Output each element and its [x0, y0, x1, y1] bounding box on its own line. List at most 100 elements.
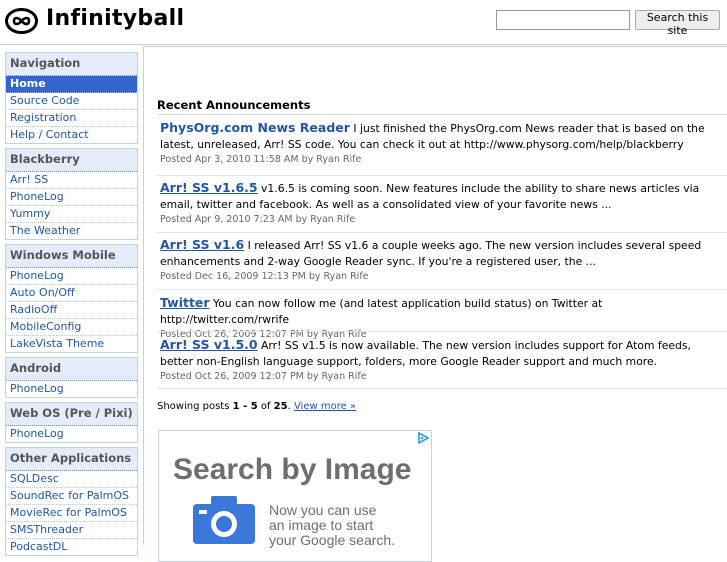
ad-choices-icon[interactable]	[417, 432, 429, 444]
announcement-title-link[interactable]: Arr! SS v1.5.0	[160, 337, 258, 352]
sidebar-item-link[interactable]: MovieRec for PalmOS	[10, 506, 127, 519]
main-content: Recent Announcements PhysOrg.com News Re…	[143, 46, 727, 562]
sidebar-item-link[interactable]: Home	[10, 77, 46, 90]
announcement-divider	[157, 175, 727, 176]
search-by-image-ad[interactable]: Search by Image Now you can use an image…	[158, 430, 432, 562]
posts-prefix: Showing posts	[157, 401, 233, 412]
announcement-meta: Posted Dec 16, 2009 12:13 PM by Ryan Rif…	[160, 271, 369, 282]
view-more-link[interactable]: View more »	[294, 401, 356, 412]
sidebar-item[interactable]: Arr! SS	[6, 172, 137, 189]
sidebar-item[interactable]: RadioOff	[6, 302, 137, 319]
sidebar-item-link[interactable]: Help / Contact	[10, 128, 89, 141]
ad-line-1: Now you can use	[269, 502, 377, 518]
announcement-divider	[157, 388, 727, 389]
sidebar-item[interactable]: PhoneLog	[6, 189, 137, 206]
sidebar-item[interactable]: LakeVista Theme	[6, 336, 137, 352]
sidebar-item-link[interactable]: SMSThreader	[10, 523, 83, 536]
site-header: Infinityball Search this site	[0, 0, 727, 42]
nav-section-title: Windows Mobile	[6, 245, 137, 268]
nav-section: Windows Mobile PhoneLog Auto On/Off RadioOf…	[5, 244, 138, 353]
announcement-text: Arr! SS v1.5.0 Arr! SS v1.5 is now avail…	[160, 337, 708, 370]
ad-copy: Now you can use an image to start your G…	[269, 503, 395, 548]
nav-section: Other Applications SQLDesc SoundRec for Pa…	[5, 447, 138, 556]
nav-section-title: Blackberry	[6, 149, 137, 172]
announcement-text: Twitter You can now follow me (and lates…	[160, 295, 708, 328]
sidebar-item[interactable]: SQLDesc	[6, 471, 137, 488]
section-title: Recent Announcements	[157, 98, 311, 112]
announcement-text: Arr! SS v1.6 I released Arr! SS v1.6 a c…	[160, 237, 708, 270]
announcement-item: Twitter You can now follow me (and lates…	[160, 295, 708, 342]
sidebar-item[interactable]: Help / Contact	[6, 127, 137, 143]
posts-range: 1 - 5	[232, 401, 258, 412]
nav-section: Blackberry Arr! SS PhoneLog Yummy The Weathe…	[5, 148, 138, 240]
sidebar-item[interactable]: Source Code	[6, 93, 137, 110]
sidebar-item[interactable]: Home	[6, 76, 137, 93]
sidebar-item[interactable]: Yummy	[6, 206, 137, 223]
announcement-title-link[interactable]: Arr! SS v1.6	[160, 237, 244, 252]
announcement-meta: Posted Apr 3, 2010 11:58 AM by Ryan Rife	[160, 154, 362, 165]
nav-section: Navigation Home Source Code Registration Hel…	[5, 52, 138, 144]
sidebar-item[interactable]: The Weather	[6, 223, 137, 239]
announcement-text: PhysOrg.com News Reader I just finished …	[160, 120, 708, 153]
announcement-item: Arr! SS v1.5.0 Arr! SS v1.5 is now avail…	[160, 337, 708, 384]
announcement-divider	[157, 331, 727, 332]
content-top-divider	[144, 46, 727, 47]
nav-section-title: Navigation	[6, 53, 137, 76]
announcement-divider	[157, 289, 727, 290]
sidebar-item-link[interactable]: Registration	[10, 111, 76, 124]
infinity-logo-icon[interactable]	[5, 8, 38, 34]
sidebar-item-link[interactable]: SQLDesc	[10, 472, 59, 485]
sidebar-item-link[interactable]: PodcastDL	[10, 540, 67, 553]
sidebar-item-link[interactable]: Auto On/Off	[10, 286, 75, 299]
ad-title: Search by Image	[173, 453, 412, 486]
search-input[interactable]	[496, 10, 630, 30]
sidebar-item[interactable]: PodcastDL	[6, 539, 137, 555]
sidebar-item[interactable]: PhoneLog	[6, 426, 137, 442]
sidebar-item-link[interactable]: MobileConfig	[10, 320, 81, 333]
sidebar-item-link[interactable]: RadioOff	[10, 303, 57, 316]
sidebar-item[interactable]: PhoneLog	[6, 268, 137, 285]
site-title[interactable]: Infinityball	[46, 6, 184, 31]
sidebar-item[interactable]: MobileConfig	[6, 319, 137, 336]
sidebar-item-link[interactable]: Source Code	[10, 94, 79, 107]
sidebar-item[interactable]: SoundRec for PalmOS	[6, 488, 137, 505]
sidebar-item-link[interactable]: LakeVista Theme	[10, 337, 104, 350]
posts-total: 25	[273, 401, 288, 412]
announcement-title-link[interactable]: Arr! SS v1.6.5	[160, 180, 258, 195]
sidebar-item[interactable]: SMSThreader	[6, 522, 137, 539]
ad-line-2: an image to start	[269, 517, 374, 533]
sidebar-item-link[interactable]: PhoneLog	[10, 427, 64, 440]
nav-section: Web OS (Pre / Pixi) PhoneLog	[5, 402, 138, 443]
search-button[interactable]: Search this site	[635, 10, 720, 37]
camera-icon	[193, 496, 255, 544]
sidebar-item-link[interactable]: Yummy	[10, 207, 50, 220]
announcement-divider	[157, 232, 727, 233]
announcement-title-link[interactable]: PhysOrg.com News Reader	[160, 120, 350, 135]
sidebar-item[interactable]: Auto On/Off	[6, 285, 137, 302]
announcement-item: PhysOrg.com News Reader I just finished …	[160, 120, 708, 167]
sidebar: Navigation Home Source Code Registration Hel…	[5, 52, 138, 560]
ad-line-3: your Google search.	[269, 532, 396, 548]
announcement-meta: Posted Oct 26, 2009 12:07 PM by Ryan Rif…	[160, 371, 367, 382]
announcement-title-link[interactable]: Twitter	[160, 295, 210, 310]
sidebar-item-link[interactable]: PhoneLog	[10, 190, 64, 203]
announcement-text: Arr! SS v1.6.5 v1.6.5 is coming soon. Ne…	[160, 180, 708, 213]
nav-section-title: Android	[6, 358, 137, 381]
header-divider	[0, 44, 727, 45]
posts-of: of	[257, 401, 274, 412]
announcement-item: Arr! SS v1.6 I released Arr! SS v1.6 a c…	[160, 237, 708, 284]
sidebar-item-link[interactable]: PhoneLog	[10, 382, 64, 395]
sidebar-item[interactable]: PhoneLog	[6, 381, 137, 397]
nav-section: Android PhoneLog	[5, 357, 138, 398]
sidebar-item-link[interactable]: PhoneLog	[10, 269, 64, 282]
sidebar-item-link[interactable]: Arr! SS	[10, 173, 48, 186]
nav-section-title: Other Applications	[6, 448, 137, 471]
sidebar-item-link[interactable]: The Weather	[10, 224, 80, 237]
section-title-rule	[157, 114, 727, 115]
sidebar-item-link[interactable]: SoundRec for PalmOS	[10, 489, 129, 502]
announcement-body: You can now follow me (and latest applic…	[160, 297, 603, 326]
announcement-item: Arr! SS v1.6.5 v1.6.5 is coming soon. Ne…	[160, 180, 708, 227]
sidebar-item[interactable]: MovieRec for PalmOS	[6, 505, 137, 522]
posts-count: Showing posts 1 - 5 of 25. View more »	[157, 401, 356, 412]
sidebar-item[interactable]: Registration	[6, 110, 137, 127]
